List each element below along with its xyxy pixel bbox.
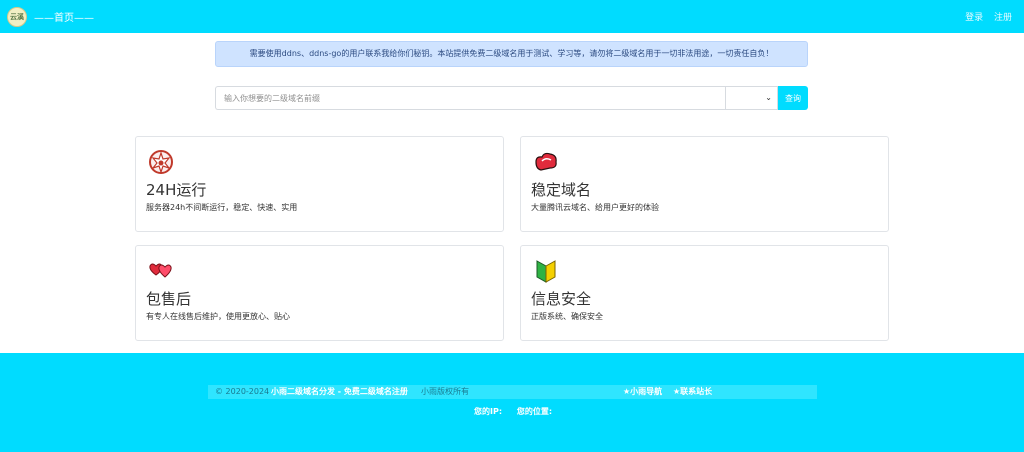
site-logo[interactable]: 云溪 <box>7 7 27 27</box>
contact-admin-link[interactable]: ★联系站长 <box>673 385 712 399</box>
cloud-icon <box>535 152 557 171</box>
rights-text: 小雨版权所有 <box>421 387 469 396</box>
footer-bar: © 2020-2024 小雨二级域名分发 - 免费二级域名注册 小雨版权所有 ★… <box>208 385 817 399</box>
server-icon <box>149 150 173 174</box>
chevron-down-icon: ⌄ <box>765 93 772 102</box>
top-navbar: 云溪 ——首页—— 登录 注册 <box>0 0 1024 33</box>
notice-banner: 需要使用ddns、ddns-go的用户联系我给你们秘钥。本站提供免费二级域名用于… <box>215 41 808 67</box>
domain-select[interactable]: ⌄ <box>725 86 778 110</box>
shield-icon <box>536 260 556 283</box>
register-link[interactable]: 注册 <box>994 13 1012 23</box>
feature-card-uptime: 24H运行 服务器24h不间断运行，稳定、快速、实用 <box>135 136 504 232</box>
query-button[interactable]: 查询 <box>778 86 808 110</box>
domain-search-form: ⌄ 查询 <box>215 86 808 110</box>
ip-label: 您的IP: <box>474 407 503 416</box>
card-description: 有专人在线售后维护，使用更放心、贴心 <box>146 312 290 321</box>
login-link[interactable]: 登录 <box>965 13 983 23</box>
feature-card-security: 信息安全 正版系统、确保安全 <box>520 245 889 341</box>
subdomain-input[interactable] <box>215 86 725 110</box>
feature-card-support: 包售后 有专人在线售后维护，使用更放心、贴心 <box>135 245 504 341</box>
copyright-text: © 2020-2024 <box>215 387 270 396</box>
home-link[interactable]: ——首页—— <box>34 9 94 24</box>
card-title: 信息安全 <box>531 290 592 308</box>
card-title: 稳定域名 <box>531 181 592 199</box>
feature-card-domain: 稳定域名 大量腾讯云域名、给用户更好的体验 <box>520 136 889 232</box>
navigation-link[interactable]: ★小雨导航 <box>623 385 662 399</box>
auth-links: 登录 注册 <box>957 10 1012 23</box>
card-title: 包售后 <box>146 290 192 308</box>
location-label: 您的位置: <box>516 407 553 416</box>
card-title: 24H运行 <box>146 181 207 199</box>
site-name-link[interactable]: 小雨二级域名分发 - 免费二级域名注册 <box>271 385 408 399</box>
hearts-icon <box>149 263 172 278</box>
footer: © 2020-2024 小雨二级域名分发 - 免费二级域名注册 小雨版权所有 ★… <box>0 353 1024 452</box>
card-description: 正版系统、确保安全 <box>531 312 603 321</box>
card-description: 大量腾讯云域名、给用户更好的体验 <box>531 203 659 212</box>
card-description: 服务器24h不间断运行，稳定、快速、实用 <box>146 203 298 212</box>
visitor-info: 您的IP: 您的位置: <box>474 406 564 417</box>
